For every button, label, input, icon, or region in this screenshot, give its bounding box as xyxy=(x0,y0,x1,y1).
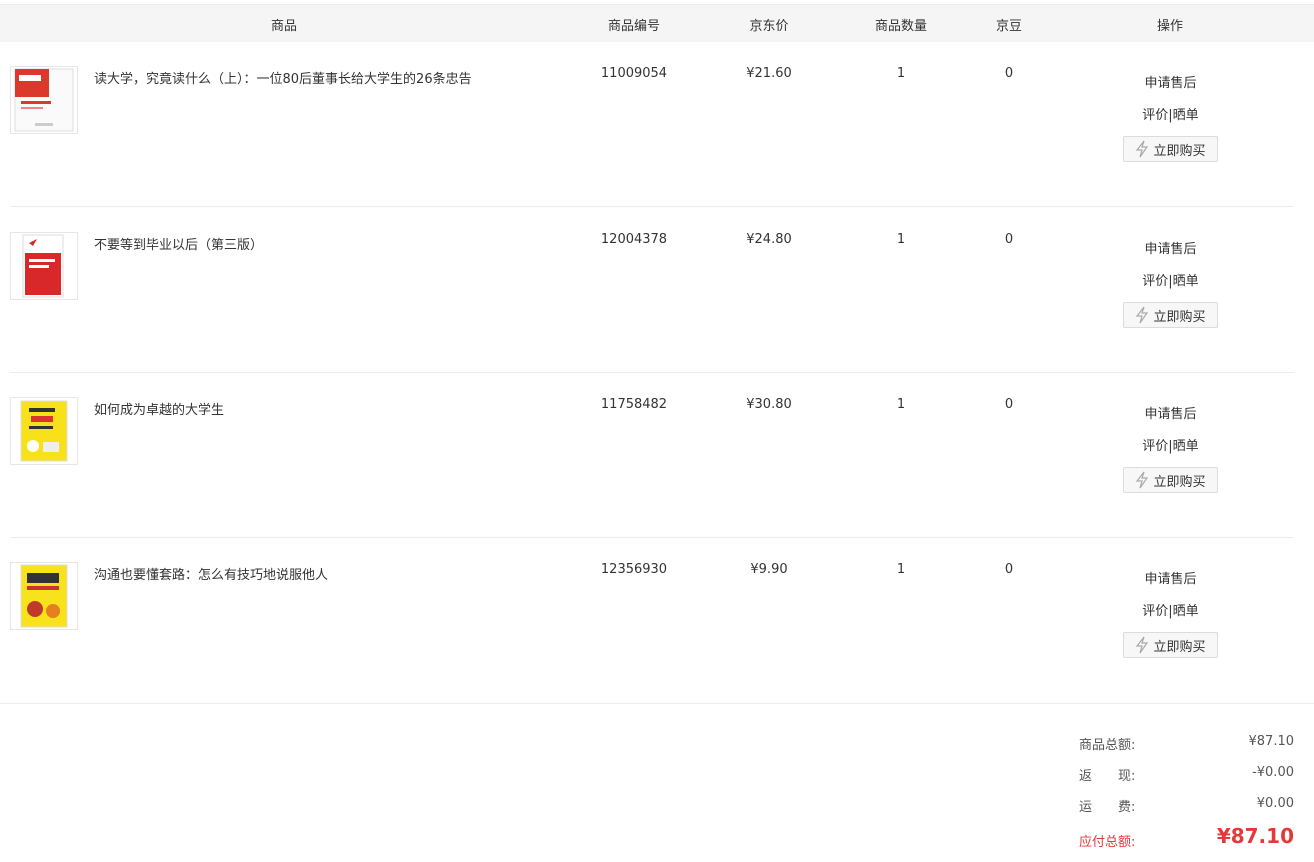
product-name-link[interactable]: 沟通也要懂套路：怎么有技巧地说服他人 xyxy=(94,564,328,583)
review-link[interactable]: 评价|晒单 xyxy=(1123,439,1218,455)
shipping-label: 运 费: xyxy=(1079,800,1136,815)
review-link[interactable]: 评价|晒单 xyxy=(1123,274,1218,290)
product-jingdou: 0 xyxy=(1004,397,1014,412)
product-thumbnail[interactable] xyxy=(10,66,78,134)
table-header: 商品 商品编号 京东价 商品数量 京豆 操作 xyxy=(0,5,1314,42)
product-price: ¥9.90 xyxy=(750,562,788,577)
product-price: ¥24.80 xyxy=(746,232,792,247)
header-price: 京东价 xyxy=(749,19,789,34)
buy-again-button[interactable]: 立即购买 xyxy=(1123,467,1218,493)
product-thumbnail[interactable] xyxy=(10,397,78,465)
review-link[interactable]: 评价|晒单 xyxy=(1123,604,1218,620)
row-actions: 申请售后 评价|晒单 立即购买 xyxy=(1123,242,1218,328)
buy-again-label: 立即购买 xyxy=(1153,309,1206,325)
table-row: 不要等到毕业以后（第三版） 12004378 ¥24.80 1 0 申请售后 评… xyxy=(0,208,1314,373)
header-quantity: 商品数量 xyxy=(874,19,928,34)
buy-again-label: 立即购买 xyxy=(1153,143,1206,159)
goods-total-label: 商品总额: xyxy=(1079,738,1136,753)
product-sku: 12356930 xyxy=(600,562,668,577)
summary-divider xyxy=(0,703,1314,704)
payable-label: 应付总额: xyxy=(1079,835,1136,850)
lightning-icon xyxy=(1135,140,1149,158)
product-jingdou: 0 xyxy=(1004,232,1014,247)
buy-again-button[interactable]: 立即购买 xyxy=(1123,302,1218,328)
after-sale-link[interactable]: 申请售后 xyxy=(1123,76,1218,92)
review-link[interactable]: 评价|晒单 xyxy=(1123,108,1218,124)
product-name-link[interactable]: 读大学，究竟读什么（上）：一位80后董事长给大学生的26条忠告 xyxy=(94,68,472,87)
summary-goods-total: 商品总额: ¥87.10 xyxy=(1079,730,1294,761)
product-name-link[interactable]: 如何成为卓越的大学生 xyxy=(94,399,224,418)
buy-again-label: 立即购买 xyxy=(1153,639,1206,655)
after-sale-link[interactable]: 申请售后 xyxy=(1123,572,1218,588)
product-quantity: 1 xyxy=(896,397,906,412)
table-row: 如何成为卓越的大学生 11758482 ¥30.80 1 0 申请售后 评价|晒… xyxy=(0,373,1314,538)
summary-payable: 应付总额: ¥87.10 xyxy=(1079,823,1294,854)
buy-again-button[interactable]: 立即购买 xyxy=(1123,136,1218,162)
product-price: ¥30.80 xyxy=(746,397,792,412)
order-summary: 商品总额: ¥87.10 返 现: -¥0.00 运 费: ¥0.00 应付总额… xyxy=(1079,730,1294,854)
summary-shipping: 运 费: ¥0.00 xyxy=(1079,792,1294,823)
lightning-icon xyxy=(1135,471,1149,489)
product-thumbnail[interactable] xyxy=(10,562,78,630)
row-actions: 申请售后 评价|晒单 立即购买 xyxy=(1123,407,1218,493)
product-price: ¥21.60 xyxy=(746,66,792,81)
after-sale-link[interactable]: 申请售后 xyxy=(1123,242,1218,258)
row-actions: 申请售后 评价|晒单 立即购买 xyxy=(1123,572,1218,658)
table-row: 读大学，究竟读什么（上）：一位80后董事长给大学生的26条忠告 11009054… xyxy=(0,42,1314,207)
header-product: 商品 xyxy=(270,19,298,34)
buy-again-button[interactable]: 立即购买 xyxy=(1123,632,1218,658)
product-quantity: 1 xyxy=(896,66,906,81)
product-jingdou: 0 xyxy=(1004,66,1014,81)
row-divider xyxy=(10,206,1294,207)
payable-value: ¥87.10 xyxy=(1216,824,1294,848)
rebate-label: 返 现: xyxy=(1079,769,1136,784)
header-sku: 商品编号 xyxy=(607,19,661,34)
product-sku: 11758482 xyxy=(600,397,668,412)
product-sku: 11009054 xyxy=(600,66,668,81)
product-quantity: 1 xyxy=(896,562,906,577)
product-thumbnail[interactable] xyxy=(10,232,78,300)
product-sku: 12004378 xyxy=(600,232,668,247)
goods-total-value: ¥87.10 xyxy=(1248,734,1295,749)
rebate-value: -¥0.00 xyxy=(1252,765,1294,780)
table-row: 沟通也要懂套路：怎么有技巧地说服他人 12356930 ¥9.90 1 0 申请… xyxy=(0,538,1314,703)
header-actions: 操作 xyxy=(1156,19,1184,34)
buy-again-label: 立即购买 xyxy=(1153,474,1206,490)
summary-rebate: 返 现: -¥0.00 xyxy=(1079,761,1294,792)
header-jingdou: 京豆 xyxy=(995,19,1023,34)
lightning-icon xyxy=(1135,306,1149,324)
shipping-value: ¥0.00 xyxy=(1256,796,1294,811)
product-name-link[interactable]: 不要等到毕业以后（第三版） xyxy=(94,234,263,253)
after-sale-link[interactable]: 申请售后 xyxy=(1123,407,1218,423)
row-actions: 申请售后 评价|晒单 立即购买 xyxy=(1123,76,1218,162)
product-quantity: 1 xyxy=(896,232,906,247)
product-jingdou: 0 xyxy=(1004,562,1014,577)
lightning-icon xyxy=(1135,636,1149,654)
